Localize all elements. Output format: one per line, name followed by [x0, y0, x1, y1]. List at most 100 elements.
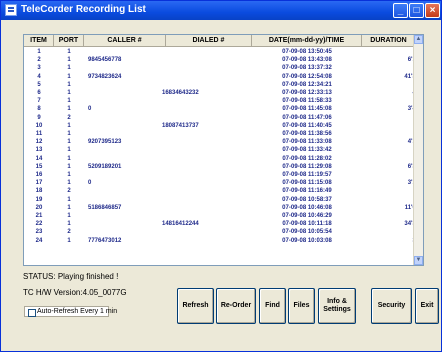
cell-port: 1 — [67, 106, 71, 113]
column-header-date[interactable]: DATE(mm-dd-yy)/TIME — [252, 35, 362, 47]
cell-port: 2 — [67, 229, 71, 236]
table-row[interactable]: 1011808741373707-09-08 11:40:4511" — [24, 122, 422, 130]
cell-datetime: 07-09-08 10:58:37 — [282, 196, 332, 203]
column-header-duration[interactable]: DURATION — [362, 35, 416, 47]
cell-caller: 0 — [88, 180, 92, 187]
title-bar[interactable]: TeleCorder Recording List _ □ × — [1, 1, 441, 20]
table-row[interactable]: 151520918920107-09-08 11:29:086'38" — [24, 163, 422, 171]
cell-port: 1 — [67, 155, 71, 162]
table-row[interactable]: 16107-09-08 11:19:571" — [24, 171, 422, 179]
column-header-item[interactable]: ITEM — [24, 35, 54, 47]
cell-port: 1 — [67, 139, 71, 146]
cell-port: 1 — [67, 180, 71, 187]
cell-port: 2 — [67, 188, 71, 195]
cell-item: 3 — [37, 65, 41, 72]
cell-port: 1 — [67, 163, 71, 170]
column-header-dialed[interactable]: DIALED # — [166, 35, 252, 47]
cell-datetime: 07-09-08 11:29:08 — [282, 163, 332, 170]
cell-item: 19 — [35, 196, 43, 203]
cell-datetime: 07-09-08 11:16:49 — [282, 188, 332, 195]
cell-item: 11 — [35, 131, 43, 137]
cell-port: 1 — [67, 196, 71, 203]
table-row[interactable]: 241777647301207-09-08 10:03:0836" — [24, 237, 422, 245]
table-row[interactable]: 18207-09-08 11:16:492" — [24, 187, 422, 195]
cell-datetime: 07-09-08 11:45:08 — [282, 106, 332, 113]
cell-item: 6 — [37, 90, 41, 96]
checkbox-icon[interactable] — [28, 309, 36, 317]
cell-item: 13 — [35, 147, 43, 154]
table-row[interactable]: 171007-09-08 11:15:083'12" — [24, 179, 422, 187]
cell-item: 20 — [35, 204, 43, 211]
table-row[interactable]: 121920739512307-09-08 11:33:084'18" — [24, 138, 422, 146]
cell-item: 9 — [37, 114, 41, 121]
cell-item: 5 — [37, 81, 41, 88]
cell-port: 1 — [67, 213, 71, 219]
table-row[interactable]: 201518684685707-09-08 10:46:0811'01" — [24, 204, 422, 212]
table-row[interactable]: 7107-09-08 11:58:331" — [24, 97, 422, 105]
column-header-port[interactable]: PORT — [54, 35, 84, 47]
cell-port: 1 — [67, 81, 71, 88]
find-button[interactable]: Find — [259, 288, 286, 324]
cell-item: 4 — [37, 73, 41, 80]
cell-caller: 9845456778 — [88, 57, 122, 64]
cell-datetime: 07-09-08 11:38:56 — [282, 131, 332, 137]
exit-button[interactable]: Exit — [415, 288, 439, 324]
table-row[interactable]: 1107-09-08 13:50:451" — [24, 48, 422, 56]
list-header: ITEM PORT CALLER # DIALED # DATE(mm-dd-y… — [24, 35, 423, 47]
cell-datetime: 07-09-08 10:03:08 — [282, 237, 332, 244]
cell-item: 1 — [37, 49, 41, 55]
info-settings-label-line2: Settings — [323, 306, 351, 313]
table-row[interactable]: 23207-09-08 10:05:542" — [24, 228, 422, 236]
cell-item: 10 — [35, 122, 43, 129]
scroll-up-arrow-icon[interactable]: ▲ — [414, 35, 423, 44]
table-row[interactable]: 19107-09-08 10:58:371" — [24, 196, 422, 204]
cell-item: 14 — [35, 155, 43, 162]
cell-port: 1 — [67, 122, 71, 129]
table-row[interactable]: 11107-09-08 11:38:561" — [24, 130, 422, 138]
cell-datetime: 07-09-08 11:15:08 — [282, 180, 332, 187]
cell-item: 23 — [35, 229, 43, 236]
table-row[interactable]: 21984545677807-09-08 13:43:086'19" — [24, 56, 422, 64]
cell-caller: 5209189201 — [88, 163, 122, 170]
table-row[interactable]: 21107-09-08 10:46:292" — [24, 212, 422, 220]
auto-refresh-checkbox[interactable]: Auto-Refresh Every 1 min — [24, 306, 117, 317]
refresh-button[interactable]: Refresh — [177, 288, 214, 324]
table-row[interactable]: 5107-09-08 12:34:211" — [24, 81, 422, 89]
table-row[interactable]: 41973482362407-09-08 12:54:0841'38" — [24, 73, 422, 81]
info-settings-button[interactable]: Info & Settings — [318, 288, 356, 324]
security-button[interactable]: Security — [371, 288, 412, 324]
table-row[interactable]: 2211481641224407-09-08 10:11:1834'32" — [24, 220, 422, 228]
minimize-button[interactable]: _ — [393, 3, 408, 18]
vertical-scrollbar[interactable]: ▲ ▼ — [413, 35, 423, 265]
cell-port: 1 — [67, 147, 71, 154]
cell-port: 1 — [67, 131, 71, 137]
cell-port: 1 — [67, 172, 71, 178]
cell-dialed: 14816412244 — [162, 221, 199, 228]
table-row[interactable]: 81007-09-08 11:45:083'43" — [24, 105, 422, 113]
table-row[interactable]: 14107-09-08 11:28:021" — [24, 155, 422, 163]
hw-version-text: TC H/W Version:4.05_0077G — [23, 288, 127, 297]
cell-datetime: 07-09-08 10:05:54 — [282, 229, 332, 236]
cell-item: 16 — [35, 172, 43, 178]
reorder-button[interactable]: Re-Order — [216, 288, 256, 324]
table-row[interactable]: 3107-09-08 13:37:321" — [24, 64, 422, 72]
cell-datetime: 07-09-08 10:46:29 — [282, 213, 332, 219]
cell-caller: 7776473012 — [88, 237, 122, 244]
cell-port: 1 — [67, 98, 71, 105]
files-button[interactable]: Files — [288, 288, 315, 324]
info-settings-label-line1: Info & — [327, 298, 347, 305]
maximize-button[interactable]: □ — [409, 3, 424, 18]
recording-list[interactable]: ITEM PORT CALLER # DIALED # DATE(mm-dd-y… — [23, 34, 424, 266]
table-row[interactable]: 9207-09-08 11:47:061" — [24, 114, 422, 122]
table-row[interactable]: 13107-09-08 11:33:422" — [24, 146, 422, 154]
table-row[interactable]: 611683464323207-09-08 12:33:1343" — [24, 89, 422, 97]
cell-datetime: 07-09-08 11:33:42 — [282, 147, 332, 154]
cell-datetime: 07-09-08 12:54:08 — [282, 73, 332, 80]
cell-datetime: 07-09-08 11:28:02 — [282, 155, 332, 162]
column-header-caller[interactable]: CALLER # — [84, 35, 166, 47]
close-button[interactable]: × — [425, 3, 440, 18]
scroll-down-arrow-icon[interactable]: ▼ — [414, 256, 423, 265]
cell-port: 1 — [67, 90, 71, 96]
cell-caller: 5186846857 — [88, 204, 122, 211]
cell-datetime: 07-09-08 12:34:21 — [282, 81, 332, 88]
